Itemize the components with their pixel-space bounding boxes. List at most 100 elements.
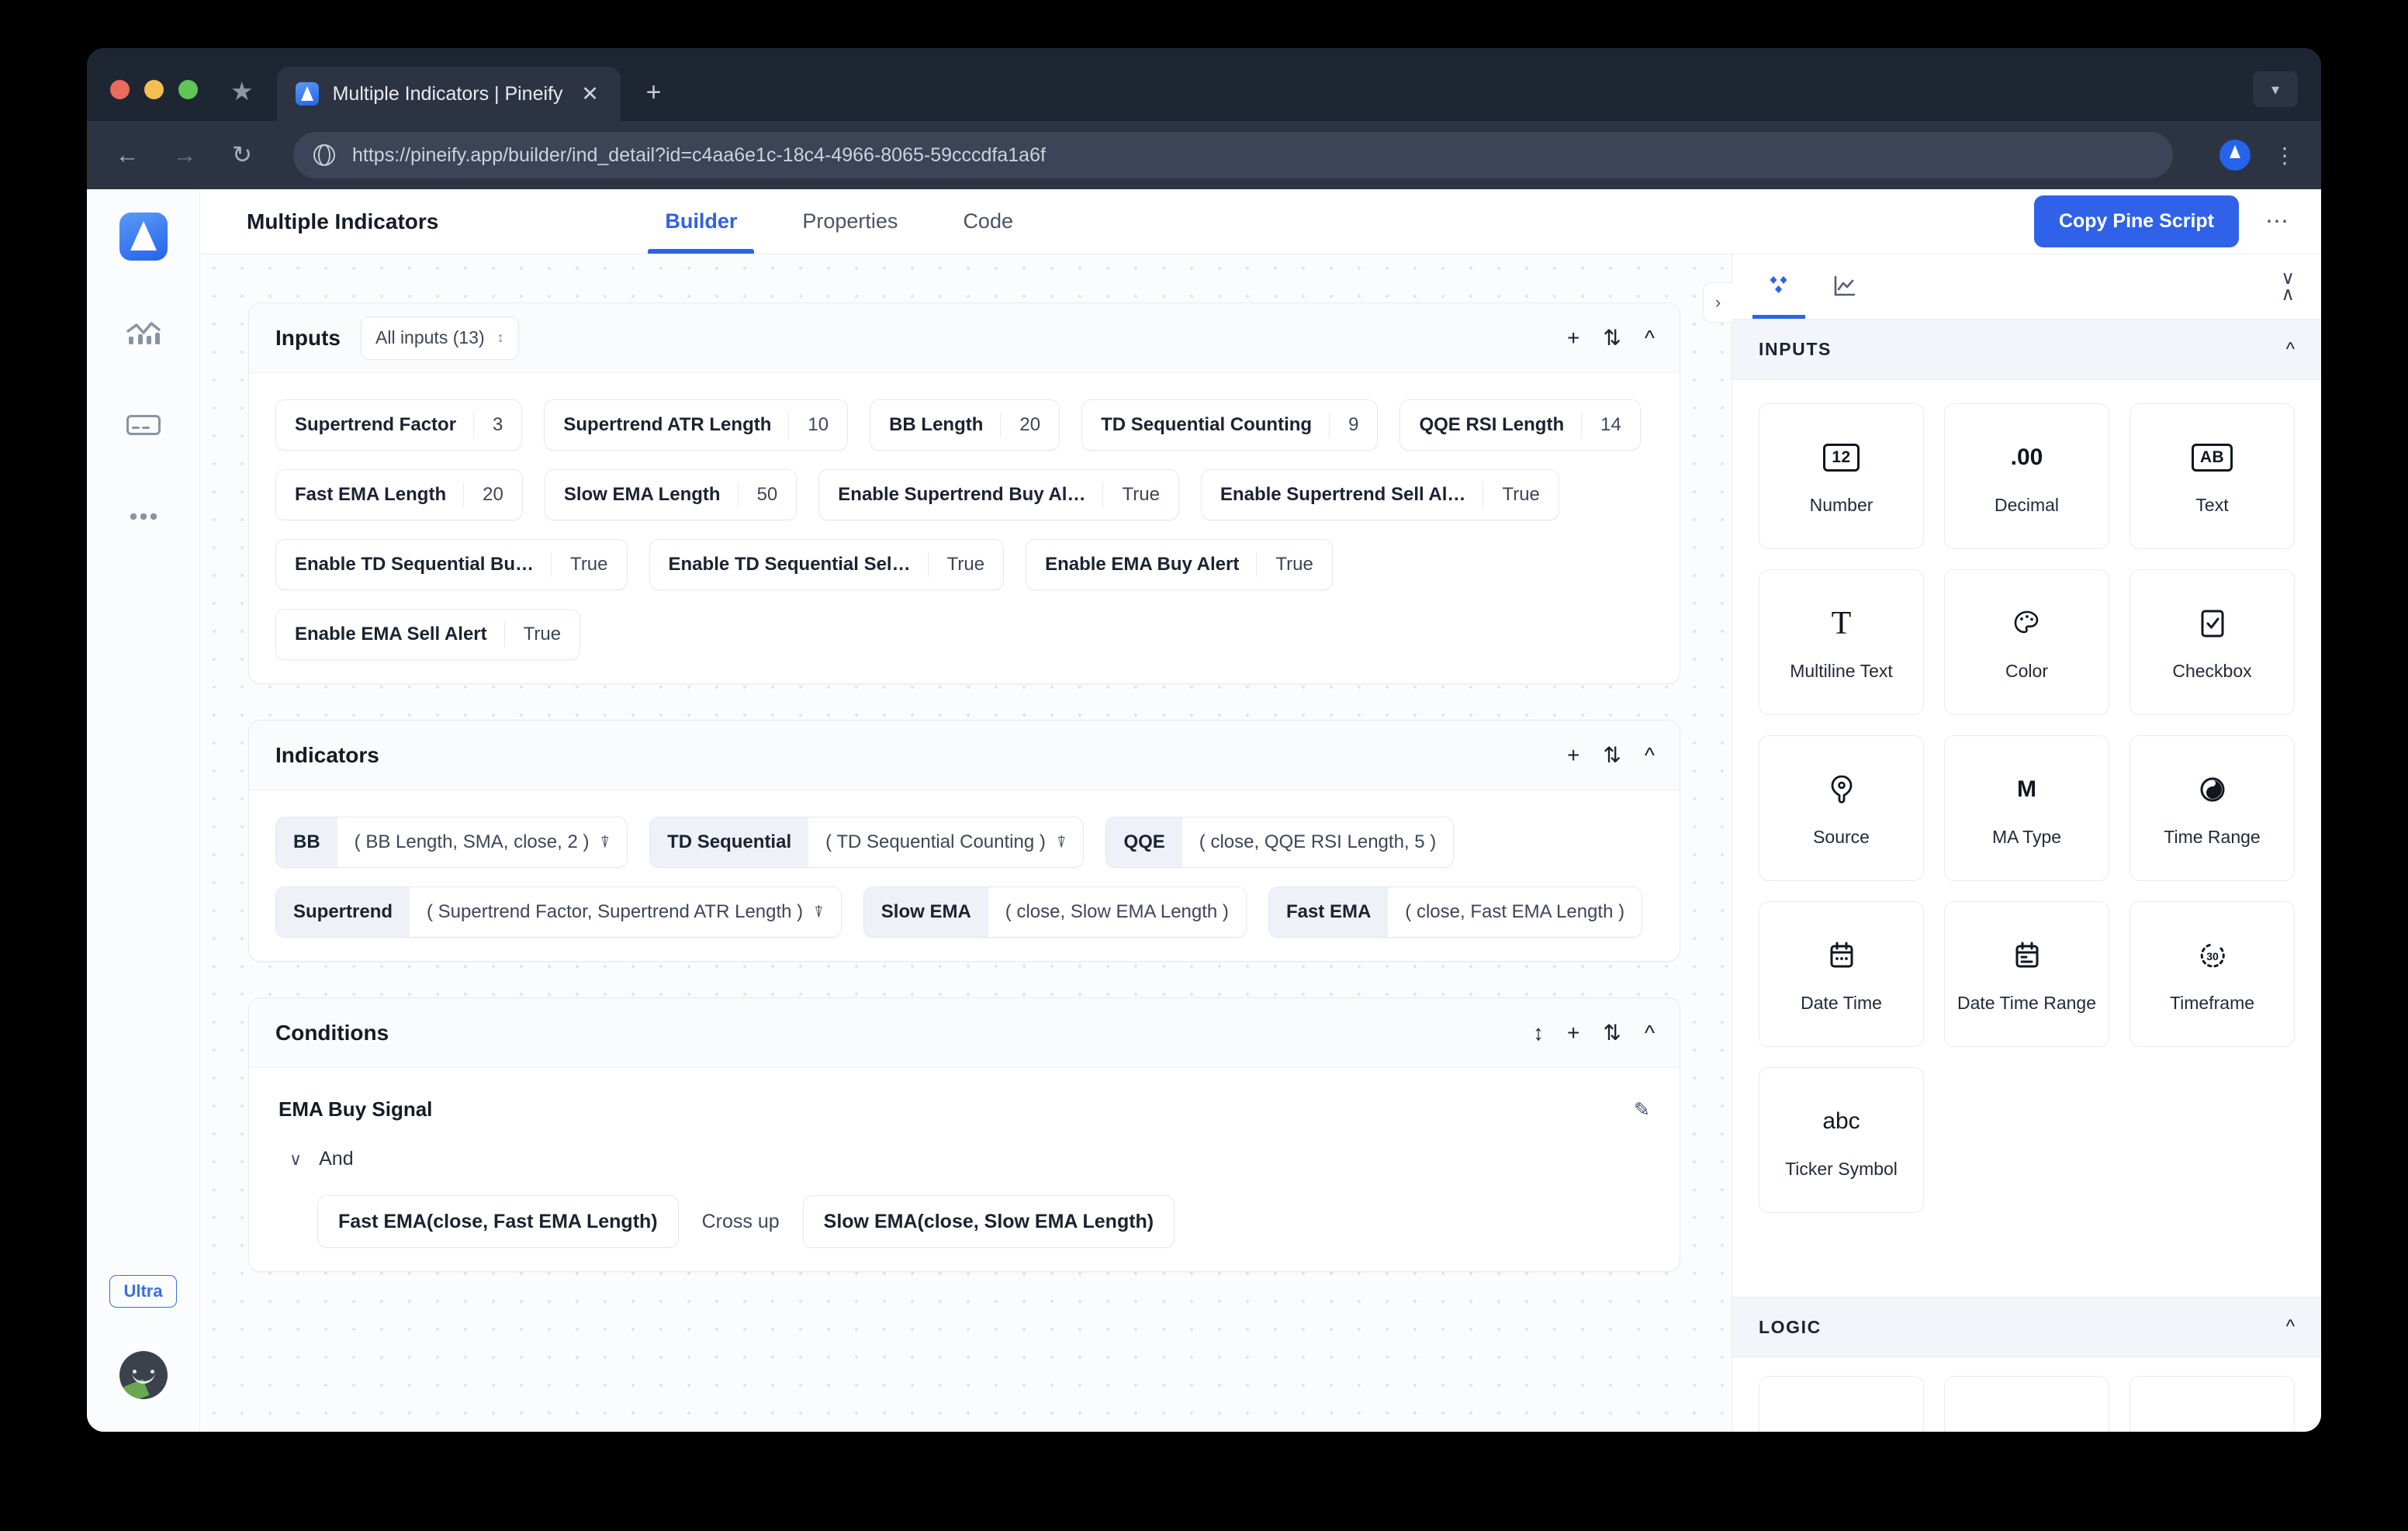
pineify-logo-icon[interactable]	[119, 213, 168, 261]
panel-logic-section-header[interactable]: LOGIC ^	[1732, 1297, 2321, 1357]
new-tab-button[interactable]: +	[641, 79, 667, 121]
palette-item-color[interactable]: Color	[1944, 569, 2109, 715]
plot-icon[interactable]: ⍒	[600, 835, 610, 851]
tab-blocks[interactable]	[1746, 254, 1811, 319]
tab-properties[interactable]: Properties	[770, 189, 930, 254]
input-chip[interactable]: BB Length 20	[870, 399, 1060, 451]
star-icon[interactable]: ★	[230, 78, 254, 121]
sidebar-item-charts[interactable]	[119, 315, 168, 352]
indicator-chip-args-wrap: ( BB Length, SMA, close, 2 ) ⍒	[337, 817, 627, 867]
input-chip[interactable]: Enable EMA Sell Alert True	[275, 609, 581, 660]
right-panel: › ∨ ∧ INPUTS ^ 12 Number .00 Decimal AB …	[1703, 254, 2321, 1432]
profile-avatar-icon[interactable]	[2219, 140, 2251, 171]
arrow-left-icon[interactable]: ←	[112, 141, 143, 169]
palette-item-date-time[interactable]: Date Time	[1759, 901, 1924, 1047]
palette-item-source[interactable]: Source	[1759, 735, 1924, 881]
input-chip-label: Enable Supertrend Buy Al…	[838, 484, 1086, 505]
add-icon[interactable]: +	[1567, 744, 1579, 766]
sort-icon[interactable]: ⇅	[1603, 1021, 1621, 1044]
tab-plots[interactable]	[1811, 254, 1877, 319]
plot-icon[interactable]: ⍒	[1057, 835, 1067, 851]
palette-item-checkbox[interactable]: Checkbox	[2129, 569, 2295, 715]
indicator-chip[interactable]: Fast EMA ( close, Fast EMA Length )	[1268, 886, 1643, 938]
input-chip[interactable]: Enable Supertrend Buy Al… True	[818, 469, 1179, 520]
add-icon[interactable]: +	[1567, 327, 1579, 349]
chevron-up-icon[interactable]: ^	[2286, 1316, 2295, 1338]
reorder-icon[interactable]: ↕	[1533, 1021, 1544, 1044]
logic-palette-item[interactable]	[1759, 1376, 1924, 1432]
input-chip[interactable]: Fast EMA Length 20	[275, 469, 523, 520]
logic-palette-item[interactable]	[2129, 1376, 2295, 1432]
sidebar-item-more[interactable]	[119, 498, 168, 535]
kebab-menu-icon[interactable]: ⋮	[2274, 143, 2296, 168]
indicator-chip[interactable]: BB ( BB Length, SMA, close, 2 ) ⍒	[275, 817, 628, 868]
indicator-chip[interactable]: Supertrend ( Supertrend Factor, Supertren…	[275, 886, 842, 938]
add-icon[interactable]: +	[1567, 1021, 1579, 1044]
input-chip[interactable]: TD Sequential Counting 9	[1081, 399, 1379, 451]
inputs-filter-select[interactable]: All inputs (13) ↕	[361, 316, 519, 360]
panel-inputs-section-header[interactable]: INPUTS ^	[1732, 320, 2321, 380]
palette-item-date-time-range[interactable]: Date Time Range	[1944, 901, 2109, 1047]
palette-item-decimal[interactable]: .00 Decimal	[1944, 403, 2109, 549]
chevron-down-icon[interactable]: ∨	[289, 1149, 302, 1170]
palette-item-text[interactable]: AB Text	[2129, 403, 2295, 549]
condition-logic-row[interactable]: ∨ And	[289, 1148, 1653, 1170]
input-chip[interactable]: QQE RSI Length 14	[1399, 399, 1641, 451]
maximize-window-button[interactable]	[178, 80, 198, 99]
input-chip[interactable]: Supertrend ATR Length 10	[544, 399, 849, 451]
sidebar-item-billing[interactable]	[119, 406, 168, 444]
input-chip[interactable]: Enable TD Sequential Sel… True	[649, 539, 1005, 590]
logic-palette-item[interactable]	[1944, 1376, 2109, 1432]
collapse-all-icon[interactable]: ∨ ∧	[2281, 269, 2295, 303]
collapse-icon[interactable]: ^	[1645, 327, 1655, 349]
palette-item-multiline-text[interactable]: T Multiline Text	[1759, 569, 1924, 715]
indicator-chip[interactable]: QQE ( close, QQE RSI Length, 5 )	[1105, 817, 1455, 868]
sort-icon[interactable]: ⇅	[1603, 744, 1621, 766]
reload-icon[interactable]: ↻	[227, 141, 258, 169]
expression-left-operand[interactable]: Fast EMA(close, Fast EMA Length)	[317, 1195, 679, 1248]
header-actions: Copy Pine Script ⋯	[2033, 195, 2290, 247]
condition-expression-row: Fast EMA(close, Fast EMA Length) Cross u…	[317, 1195, 1653, 1248]
input-chip[interactable]: Enable EMA Buy Alert True	[1026, 539, 1333, 590]
ellipsis-icon[interactable]: ⋯	[2265, 208, 2290, 235]
condition-logic-operator: And	[319, 1148, 354, 1170]
user-avatar-icon[interactable]	[119, 1351, 168, 1399]
copy-pine-script-button[interactable]: Copy Pine Script	[2033, 195, 2239, 247]
close-icon[interactable]: ✕	[577, 83, 604, 105]
input-chip-value: True	[946, 554, 985, 575]
input-chip[interactable]: Supertrend Factor 3	[275, 399, 523, 451]
expression-right-operand[interactable]: Slow EMA(close, Slow EMA Length)	[802, 1195, 1175, 1248]
chevron-up-icon[interactable]: ^	[2286, 339, 2295, 361]
input-chip[interactable]: Enable TD Sequential Bu… True	[275, 539, 628, 590]
expression-operator[interactable]: Cross up	[702, 1211, 780, 1233]
sort-icon[interactable]: ⇅	[1603, 327, 1621, 349]
input-chip-label: Supertrend Factor	[295, 414, 457, 435]
indicator-chip[interactable]: TD Sequential ( TD Sequential Counting ) ⍒	[649, 817, 1085, 868]
browser-tab[interactable]: Multiple Indicators | Pineify ✕	[276, 67, 621, 121]
indicator-chip[interactable]: Slow EMA ( close, Slow EMA Length )	[863, 886, 1247, 938]
chevron-right-icon[interactable]: ›	[1703, 282, 1732, 323]
tab-code[interactable]: Code	[930, 189, 1046, 254]
tab-builder[interactable]: Builder	[632, 189, 770, 254]
address-bar[interactable]: https://pineify.app/builder/ind_detail?i…	[293, 132, 2173, 178]
plot-icon[interactable]: ⍒	[814, 904, 824, 921]
palette-item-timeframe[interactable]: 30 Timeframe	[2129, 901, 2295, 1047]
indicator-chip-name: Fast EMA	[1268, 887, 1389, 937]
arrow-right-icon[interactable]: →	[169, 141, 200, 169]
ellipsis-icon	[130, 513, 157, 520]
collapse-icon[interactable]: ^	[1645, 1021, 1655, 1044]
palette-item-number[interactable]: 12 Number	[1759, 403, 1924, 549]
input-chip[interactable]: Slow EMA Length 50	[544, 469, 797, 520]
chevron-down-icon[interactable]: ▾	[2253, 71, 2298, 107]
palette-item-ma-type[interactable]: M MA Type	[1944, 735, 2109, 881]
close-window-button[interactable]	[110, 80, 130, 99]
browser-toolbar: ← → ↻ https://pineify.app/builder/ind_de…	[87, 121, 2321, 189]
pencil-icon[interactable]: ✎	[1634, 1098, 1650, 1121]
palette-item-ticker-symbol[interactable]: abc Ticker Symbol	[1759, 1067, 1924, 1213]
minimize-window-button[interactable]	[144, 80, 164, 99]
inputs-chip-list: Supertrend Factor 3 Supertrend ATR Length 1…	[275, 399, 1653, 660]
plan-badge[interactable]: Ultra	[109, 1275, 177, 1308]
palette-item-time-range[interactable]: Time Range	[2129, 735, 2295, 881]
collapse-icon[interactable]: ^	[1645, 744, 1655, 766]
input-chip[interactable]: Enable Supertrend Sell Al… True	[1200, 469, 1559, 520]
